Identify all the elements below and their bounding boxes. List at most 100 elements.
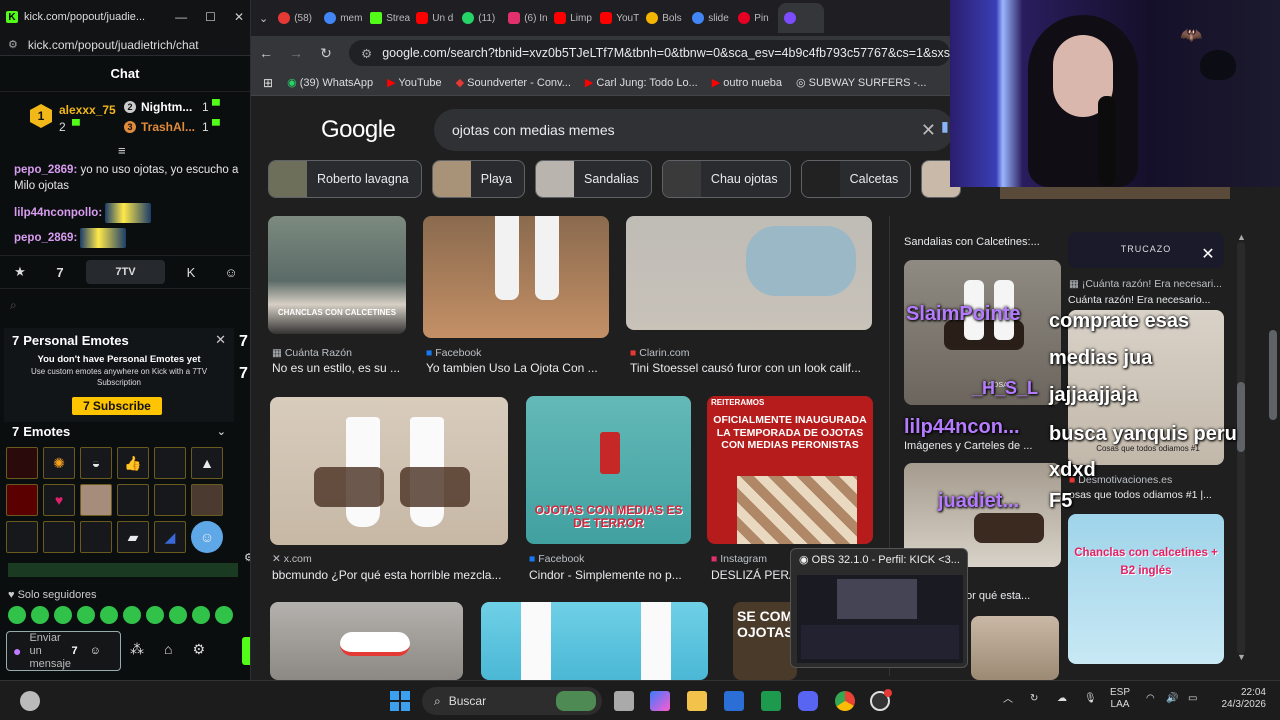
result-source[interactable]: ■ Clarin.com	[630, 347, 689, 359]
quick-emote[interactable]	[146, 606, 164, 624]
discord-icon[interactable]	[798, 691, 818, 711]
result-caption[interactable]: DESLIZÁ PERA...	[711, 568, 791, 582]
star-icon[interactable]: ★	[0, 264, 40, 280]
browser-tab[interactable]: Strea	[364, 12, 410, 24]
close-icon[interactable]: ✕	[215, 332, 226, 348]
apps-grid-icon[interactable]: ⊞	[263, 76, 273, 90]
wifi-icon[interactable]: ◠	[1146, 693, 1155, 705]
emote-cell[interactable]: ♥	[43, 484, 75, 516]
maximize-icon[interactable]: ☐	[205, 10, 216, 24]
quick-emote[interactable]	[123, 606, 141, 624]
settings-icon[interactable]: ⚙	[192, 641, 205, 658]
volume-icon[interactable]: 🔊	[1166, 693, 1178, 705]
emotes-header[interactable]: 7 Emotes ⌄	[4, 424, 234, 439]
quick-emote[interactable]	[8, 606, 26, 624]
scroll-down-icon[interactable]: ▼	[1237, 652, 1246, 662]
site-settings-icon[interactable]: ⚙	[8, 38, 18, 51]
image-result-thumbnail[interactable]: REITERAMOS OFICIALMENTE INAUGURADA LA TE…	[707, 396, 873, 544]
emote-cell[interactable]	[80, 521, 112, 553]
image-result-thumbnail[interactable]	[270, 397, 508, 545]
obs-taskbar-preview[interactable]: ◉ OBS 32.1.0 - Perfil: KICK <3...	[790, 548, 968, 668]
related-chip[interactable]: Playa	[431, 160, 526, 198]
emote-cell[interactable]	[117, 484, 149, 516]
quick-emote[interactable]	[169, 606, 187, 624]
chevron-down-icon[interactable]: ⌄	[217, 425, 226, 438]
image-result-thumbnail[interactable]	[270, 602, 463, 680]
bookmark-item[interactable]: ◆ Soundverter - Conv...	[456, 76, 571, 89]
emoji-icon[interactable]: ☺	[211, 265, 250, 280]
quick-emote[interactable]	[192, 606, 210, 624]
browser-tab[interactable]: (58)	[272, 12, 318, 24]
bookmark-item[interactable]: ▶ Carl Jung: Todo Lo...	[585, 76, 698, 89]
side-thumbnail[interactable]	[971, 616, 1059, 680]
7tv-logo-icon[interactable]: 7	[40, 265, 80, 280]
send-button[interactable]	[242, 637, 250, 665]
browser-tab[interactable]: Limp	[548, 12, 594, 24]
result-source[interactable]: ✕ x.com	[272, 553, 312, 565]
reload-icon[interactable]: ↻	[311, 45, 341, 62]
bookmark-item[interactable]: ▶ outro nueba	[712, 76, 782, 89]
side-result-title[interactable]: Sandalias con Calcetines:...	[904, 236, 1040, 248]
settings-icon[interactable]: ⚙	[244, 551, 250, 564]
result-caption[interactable]: No es un estilo, es su ...	[272, 361, 407, 375]
image-result-thumbnail[interactable]: SE COM OJOTAS	[733, 602, 797, 680]
image-result-thumbnail[interactable]: CHANCLAS CON CALCETINES	[268, 216, 406, 334]
side-thumbnail[interactable]: Chanclas con calcetines + B2 inglés	[1068, 514, 1224, 664]
tray-chevron-icon[interactable]: ︿	[1003, 694, 1013, 706]
bookmark-item[interactable]: ◉ (39) WhatsApp	[287, 76, 373, 89]
emoji-icon[interactable]: ☺	[90, 645, 101, 658]
quick-emote[interactable]	[100, 606, 118, 624]
related-chip[interactable]: Chau ojotas	[661, 160, 791, 198]
result-source[interactable]: ▦ Cuánta Razón	[272, 347, 352, 359]
clock[interactable]: 22:04 24/3/2026	[1214, 687, 1267, 711]
leaderboard-user-3[interactable]: TrashAl...	[141, 120, 195, 134]
result-source[interactable]: ■ Facebook	[529, 553, 584, 565]
browser-tab[interactable]	[778, 3, 825, 33]
result-caption[interactable]: bbcmundo ¿Por qué esta horrible mezcla..…	[272, 568, 508, 582]
result-source[interactable]: ■ Instagram	[711, 553, 767, 565]
site-info-icon[interactable]: ⚙	[361, 46, 372, 61]
bookmark-item[interactable]: ◎ SUBWAY SURFERS -...	[796, 76, 926, 89]
related-chip[interactable]: Sandalias	[535, 160, 652, 198]
chat-input[interactable]: ● Enviar un mensaje 7 ☺	[6, 631, 121, 671]
file-explorer-icon[interactable]	[687, 691, 707, 711]
microphone-tray-icon[interactable]: 🎙	[1084, 693, 1097, 705]
image-result-thumbnail[interactable]	[423, 216, 609, 338]
tray-app-icon[interactable]: ↻	[1030, 693, 1038, 705]
microphone-icon[interactable]: ▮	[941, 118, 949, 142]
emote-cell[interactable]: ☺	[191, 521, 223, 553]
side-result-caption[interactable]: osas que todos odiamos #1 |...	[1069, 489, 1229, 501]
emote-cell[interactable]	[80, 484, 112, 516]
minimize-icon[interactable]: —	[175, 10, 187, 24]
language-indicator[interactable]: ESP LAA	[1110, 687, 1130, 711]
leaderboard-user-2[interactable]: Nightm...	[141, 100, 192, 114]
result-caption[interactable]: Tini Stoessel causó furor con un look ca…	[630, 361, 870, 375]
chat-username[interactable]: pepo_2869:	[14, 232, 77, 244]
emote-cell[interactable]: ✺	[43, 447, 75, 479]
clear-search-icon[interactable]: ✕	[921, 120, 936, 141]
emote-cell[interactable]: ◒	[80, 447, 112, 479]
result-caption[interactable]: Cindor - Simplemente no p...	[529, 568, 689, 582]
7tv-logo-icon[interactable]: 7	[71, 645, 77, 658]
quick-emote[interactable]	[215, 606, 233, 624]
task-view-icon[interactable]	[614, 691, 634, 711]
expand-leaderboard-icon[interactable]: ≡	[118, 143, 126, 158]
browser-tab[interactable]: slide	[686, 12, 732, 24]
google-logo[interactable]: Google	[321, 116, 396, 144]
emote-cell[interactable]: ▲	[191, 447, 223, 479]
copilot-icon[interactable]	[650, 691, 670, 711]
emote-cell[interactable]: ▰	[117, 521, 149, 553]
url-field[interactable]: ⚙ google.com/search?tbnid=xvz0b5TJeLTf7M…	[349, 40, 950, 66]
search-icon[interactable]: ⌕	[10, 298, 17, 313]
subscribe-button[interactable]: 7 Subscribe	[72, 397, 162, 415]
emote-cell[interactable]	[6, 447, 38, 479]
scroll-up-icon[interactable]: ▲	[1237, 232, 1246, 242]
store-icon[interactable]: ⌂	[164, 641, 172, 658]
quick-emote[interactable]	[54, 606, 72, 624]
onedrive-icon[interactable]: ☁	[1057, 693, 1067, 705]
emote-cell[interactable]: 👍	[117, 447, 149, 479]
emote-cell[interactable]	[154, 484, 186, 516]
image-result-thumbnail[interactable]	[626, 216, 872, 330]
chat-username[interactable]: lilp44nconpollo:	[14, 207, 102, 219]
leaderboard-user-1[interactable]: alexxx_75	[59, 103, 116, 117]
